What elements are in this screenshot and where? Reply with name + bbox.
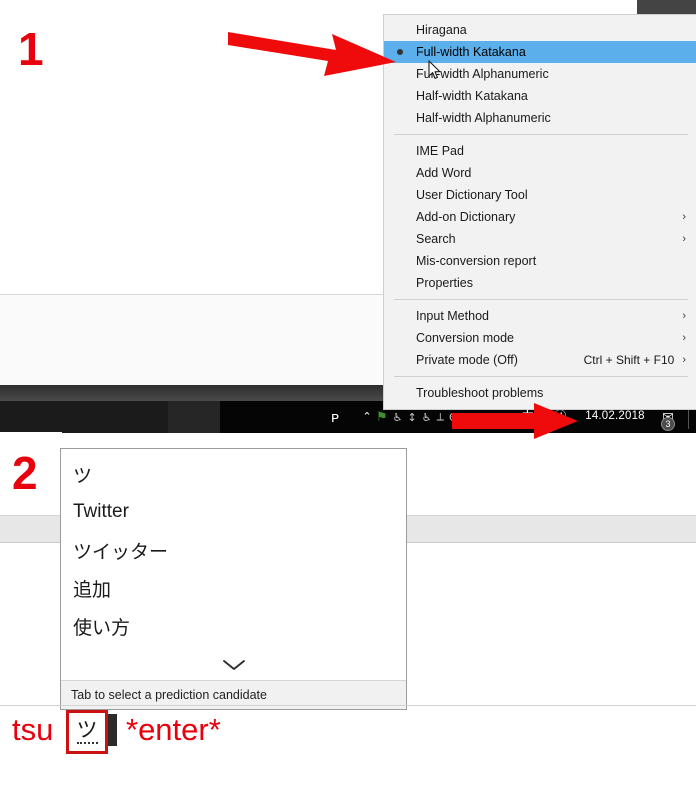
menu-item-search[interactable]: Search ›: [384, 228, 696, 250]
menu-item-label: Full-width Katakana: [416, 45, 526, 59]
menu-item-label: Add Word: [416, 166, 472, 180]
taskbar-left-segment: [0, 401, 168, 433]
candidate-item-0[interactable]: ツ: [61, 455, 406, 493]
menu-item-private-mode[interactable]: Private mode (Off) Ctrl + Shift + F10 ›: [384, 349, 696, 371]
expand-candidates-chevron-down-icon[interactable]: [61, 650, 406, 680]
menu-item-conversion-mode[interactable]: Conversion mode ›: [384, 327, 696, 349]
menu-item-label: IME Pad: [416, 144, 464, 158]
step-1-pointer-arrow-icon: [228, 32, 396, 76]
taskbar-middle-segment: [168, 401, 220, 433]
menu-item-label: Properties: [416, 276, 473, 290]
ime-context-menu[interactable]: Hiragana Full-width Katakana Full-width …: [383, 14, 696, 410]
people-icon[interactable]: ᴘ: [322, 401, 348, 433]
candidate-text: Twitter: [73, 501, 129, 522]
submenu-chevron-right-icon: ›: [682, 354, 686, 366]
tray-glyph-green-icon: ⚑: [376, 409, 388, 425]
candidate-text: ツイッター: [73, 540, 169, 563]
show-hidden-icons-chevron-icon[interactable]: ⌃: [356, 401, 378, 433]
candidate-text: ツ: [73, 464, 93, 487]
menu-item-label: Search: [416, 232, 456, 246]
menu-item-add-on-dictionary[interactable]: Add-on Dictionary ›: [384, 206, 696, 228]
menu-item-label: User Dictionary Tool: [416, 188, 528, 202]
menu-item-label: Troubleshoot problems: [416, 386, 544, 400]
menu-item-half-width-alphanumeric[interactable]: Half-width Alphanumeric: [384, 107, 696, 129]
submenu-chevron-right-icon: ›: [682, 233, 686, 245]
menu-item-label: Mis-conversion report: [416, 254, 537, 268]
menu-item-troubleshoot-problems[interactable]: Troubleshoot problems: [384, 382, 696, 404]
selected-radio-dot-icon: [397, 49, 403, 55]
menu-item-add-word[interactable]: Add Word: [384, 162, 696, 184]
step-2-label: 2: [12, 447, 38, 499]
candidate-text: 使い方: [73, 616, 131, 639]
menu-item-label: Hiragana: [416, 23, 467, 37]
candidate-item-1[interactable]: Twitter: [61, 493, 406, 531]
tray-glyph-2-icon: ↕: [407, 410, 417, 424]
chevron-down-icon: [222, 660, 245, 670]
composition-highlight-box: ツ: [66, 710, 108, 754]
menu-item-hiragana[interactable]: Hiragana: [384, 19, 696, 41]
menu-item-label: Input Method: [416, 309, 489, 323]
menu-separator: [394, 134, 688, 135]
candidate-item-2[interactable]: ツイッター: [61, 531, 406, 569]
menu-item-label: Half-width Katakana: [416, 89, 528, 103]
candidate-item-3[interactable]: 追加: [61, 569, 406, 607]
menu-item-shortcut: Ctrl + Shift + F10: [583, 353, 675, 367]
step-1-label: 1: [18, 23, 44, 75]
candidate-footer-text: Tab to select a prediction candidate: [71, 688, 267, 702]
candidate-text: 追加: [73, 578, 112, 601]
tray-glyph-3-icon: ♿: [421, 410, 432, 424]
enter-key-annotation: *enter*: [126, 712, 221, 747]
tray-glyph-1-icon: ♿: [392, 410, 403, 424]
candidate-item-4[interactable]: 使い方: [61, 607, 406, 645]
notification-count-badge: 3: [661, 417, 675, 431]
tray-glyph-4-icon: ⟂: [436, 410, 444, 423]
step-1-taskbar-pointer-arrow-icon: [452, 403, 578, 439]
bottom-separator-line: [0, 705, 696, 706]
menu-separator: [394, 299, 688, 300]
submenu-chevron-right-icon: ›: [682, 332, 686, 344]
menu-item-input-method[interactable]: Input Method ›: [384, 305, 696, 327]
menu-item-ime-pad[interactable]: IME Pad: [384, 140, 696, 162]
menu-item-label: Add-on Dictionary: [416, 210, 516, 224]
submenu-chevron-right-icon: ›: [682, 211, 686, 223]
menu-item-label: Half-width Alphanumeric: [416, 111, 551, 125]
menu-item-full-width-katakana[interactable]: Full-width Katakana: [384, 41, 696, 63]
menu-item-user-dictionary-tool[interactable]: User Dictionary Tool: [384, 184, 696, 206]
candidate-list[interactable]: ツ Twitter ツイッター 追加 使い方: [61, 449, 406, 650]
menu-item-label: Full-width Alphanumeric: [416, 67, 549, 81]
menu-item-properties[interactable]: Properties: [384, 272, 696, 294]
composition-character: ツ: [76, 718, 98, 744]
submenu-chevron-right-icon: ›: [682, 310, 686, 322]
menu-item-mis-conversion-report[interactable]: Mis-conversion report: [384, 250, 696, 272]
menu-item-half-width-katakana[interactable]: Half-width Katakana: [384, 85, 696, 107]
menu-separator: [394, 376, 688, 377]
ime-prediction-candidate-window[interactable]: ツ Twitter ツイッター 追加 使い方 Tab to select a p…: [60, 448, 407, 710]
romaji-input-annotation: tsu: [12, 712, 54, 747]
menu-item-full-width-alphanumeric[interactable]: Full-width Alphanumeric: [384, 63, 696, 85]
menu-item-label: Private mode (Off): [416, 353, 518, 367]
menu-item-label: Conversion mode: [416, 331, 514, 345]
text-caret: [108, 714, 117, 746]
